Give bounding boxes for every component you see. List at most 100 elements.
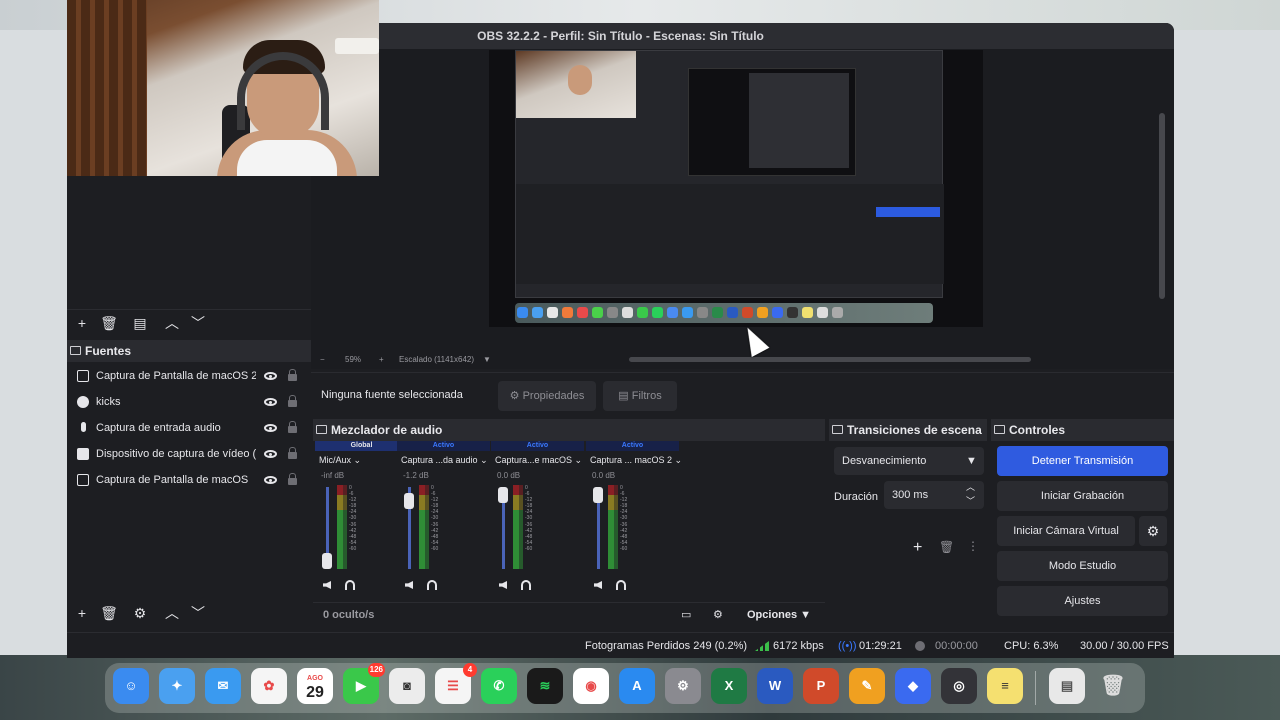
photos-icon[interactable]: ✿ xyxy=(251,668,287,704)
preview-canvas[interactable] xyxy=(489,50,983,327)
calendar-icon[interactable]: AGO 29 xyxy=(297,668,333,704)
visibility-eye-icon[interactable] xyxy=(264,450,277,458)
start-virtual-camera-button[interactable]: Iniciar Cámara Virtual xyxy=(997,516,1135,546)
lock-icon[interactable] xyxy=(288,473,297,485)
channel-name[interactable]: Captura...e macOS ⌄ xyxy=(495,455,582,466)
source-settings-icon[interactable]: ⚙ xyxy=(131,604,149,622)
duration-input[interactable]: 300 ms ︿ ﹀ xyxy=(884,481,984,509)
source-item[interactable]: kicks xyxy=(67,389,311,415)
controls-dock-header[interactable]: Controles xyxy=(991,419,1174,441)
audio-mixer: Mezclador de audio Global Mic/Aux ⌄ -inf… xyxy=(313,419,825,631)
lock-icon[interactable] xyxy=(288,421,297,433)
mail-icon[interactable]: ✉ xyxy=(205,668,241,704)
volume-slider-handle[interactable] xyxy=(593,487,603,503)
speaker-icon[interactable] xyxy=(594,581,602,589)
virtual-camera-settings-gear-icon[interactable]: ⚙ xyxy=(1139,516,1167,546)
channel-name[interactable]: Captura ...da audio ⌄ xyxy=(401,455,488,466)
transition-select[interactable]: Desvanecimiento ▼ xyxy=(834,447,984,475)
notes-icon[interactable]: ≡ xyxy=(987,668,1023,704)
transition-menu-icon[interactable]: ⋮ xyxy=(967,539,979,553)
preview-horizontal-scrollbar[interactable] xyxy=(629,357,1031,362)
remove-source-icon[interactable]: 🗑 xyxy=(100,604,118,622)
remove-transition-icon[interactable]: 🗑 xyxy=(939,540,954,554)
roblox-icon[interactable]: ◆ xyxy=(895,668,931,704)
settings-button[interactable]: Ajustes xyxy=(997,586,1168,616)
audio-meter xyxy=(513,485,523,569)
reminders-icon[interactable]: ☰ 4 xyxy=(435,663,477,704)
source-item[interactable]: Captura de entrada audio xyxy=(67,415,311,441)
source-item[interactable]: Dispositivo de captura de vídeo (h xyxy=(67,441,311,467)
trash-icon[interactable]: 🗑 xyxy=(1095,668,1131,704)
options-button[interactable]: Opciones ▼ xyxy=(747,609,811,621)
speaker-icon[interactable] xyxy=(499,581,507,589)
move-source-down-icon[interactable]: ﹀ xyxy=(189,604,207,622)
properties-button[interactable]: ⚙ Propiedades xyxy=(498,381,596,411)
obs-icon[interactable]: ◎ xyxy=(941,668,977,704)
excel-icon[interactable]: X xyxy=(711,668,747,704)
pages-icon[interactable]: ✎ xyxy=(849,668,885,704)
headphones-icon[interactable] xyxy=(427,580,437,590)
move-source-up-icon[interactable]: ︿ xyxy=(163,604,181,622)
source-item[interactable]: Captura de Pantalla de macOS xyxy=(67,467,311,493)
lock-icon[interactable] xyxy=(288,369,297,381)
channel-name[interactable]: Mic/Aux ⌄ xyxy=(319,455,361,466)
stream-time: 01:29:21 xyxy=(859,640,902,652)
facetime-icon[interactable]: ▶ 126 xyxy=(343,663,385,704)
preview-area[interactable] xyxy=(311,49,1174,369)
visibility-eye-icon[interactable] xyxy=(264,398,277,406)
whatsapp-icon[interactable]: ✆ xyxy=(481,668,517,704)
layout-toggle-icon[interactable]: ▭ xyxy=(681,608,691,621)
speaker-icon[interactable] xyxy=(323,581,331,589)
spotify-icon[interactable]: ≋ xyxy=(527,668,563,704)
move-scene-down-icon[interactable]: ﹀ xyxy=(189,314,207,332)
headphones-icon[interactable] xyxy=(345,580,355,590)
sources-title: Fuentes xyxy=(85,344,132,358)
volume-slider-handle[interactable] xyxy=(498,487,508,503)
pdf-document-icon[interactable]: ▤ xyxy=(1049,668,1085,704)
safari-icon[interactable]: ✦ xyxy=(159,668,195,704)
advanced-audio-gear-icon[interactable]: ⚙ xyxy=(713,608,723,621)
scaling-dropdown-icon[interactable]: ▼ xyxy=(483,355,491,364)
add-scene-icon[interactable]: + xyxy=(73,314,91,332)
visibility-eye-icon[interactable] xyxy=(264,372,277,380)
start-recording-button[interactable]: Iniciar Grabación xyxy=(997,481,1168,511)
preview-vertical-scrollbar[interactable] xyxy=(1159,113,1165,299)
mixer-dock-header[interactable]: Mezclador de audio xyxy=(313,419,825,441)
source-item[interactable]: Captura de Pantalla de macOS 2 xyxy=(67,363,311,389)
system-settings-icon[interactable]: ⚙ xyxy=(665,668,701,704)
visibility-eye-icon[interactable] xyxy=(264,424,277,432)
speaker-icon[interactable] xyxy=(405,581,413,589)
fps: 30.00 / 30.00 FPS xyxy=(1080,640,1169,652)
add-source-icon[interactable]: + xyxy=(73,604,91,622)
headphones-icon[interactable] xyxy=(521,580,531,590)
remove-scene-icon[interactable]: 🗑 xyxy=(100,314,118,332)
zoom-out-button[interactable]: − xyxy=(320,355,325,364)
filters-button[interactable]: ▤ Filtros xyxy=(603,381,677,411)
sources-list[interactable]: Captura de Pantalla de macOS 2 kicks Cap… xyxy=(67,363,311,600)
app-store-icon[interactable]: A xyxy=(619,668,655,704)
volume-slider-handle[interactable] xyxy=(404,493,414,509)
finder-icon[interactable]: ☺ xyxy=(113,668,149,704)
visibility-eye-icon[interactable] xyxy=(264,476,277,484)
move-scene-up-icon[interactable]: ︿ xyxy=(163,314,181,332)
screenshot-icon[interactable]: ◙ xyxy=(389,668,425,704)
chrome-icon[interactable]: ◉ xyxy=(573,668,609,704)
lock-icon[interactable] xyxy=(288,395,297,407)
stop-streaming-button[interactable]: Detener Transmisión xyxy=(997,446,1168,476)
lock-icon[interactable] xyxy=(288,447,297,459)
scenes-list[interactable] xyxy=(67,176,311,321)
volume-slider-handle[interactable] xyxy=(322,553,332,569)
transitions-dock-header[interactable]: Transiciones de escena xyxy=(829,419,987,441)
headphones-icon[interactable] xyxy=(616,580,626,590)
studio-mode-button[interactable]: Modo Estudio xyxy=(997,551,1168,581)
nested-obs-capture xyxy=(515,50,944,298)
add-transition-icon[interactable]: + xyxy=(913,539,922,557)
source-label: kicks xyxy=(96,396,121,408)
powerpoint-icon[interactable]: P xyxy=(803,668,839,704)
zoom-in-button[interactable]: + xyxy=(379,355,384,364)
nested-webcam xyxy=(516,51,636,118)
scene-filters-icon[interactable]: ▤ xyxy=(131,314,149,332)
sources-dock-header[interactable]: Fuentes xyxy=(67,340,311,362)
channel-name[interactable]: Captura ... macOS 2 ⌄ xyxy=(590,455,682,466)
word-icon[interactable]: W xyxy=(757,668,793,704)
